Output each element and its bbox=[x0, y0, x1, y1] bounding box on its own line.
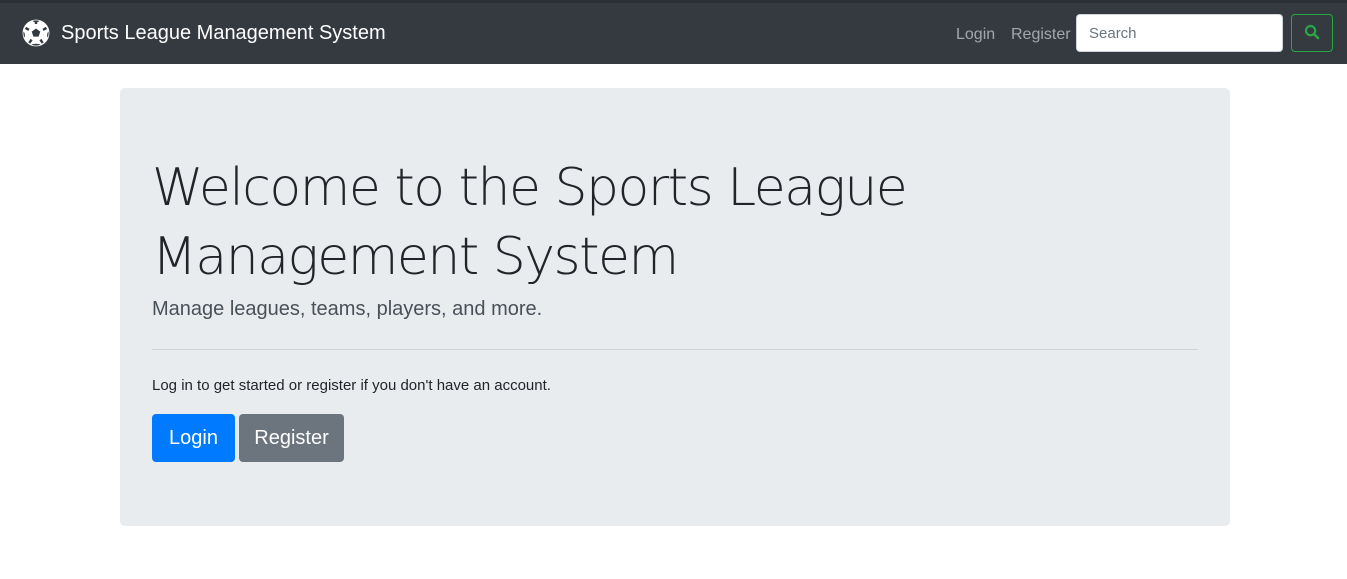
navbar: Sports League Management System Login Re… bbox=[0, 0, 1347, 64]
hero-divider bbox=[152, 349, 1198, 350]
brand-title: Sports League Management System bbox=[61, 21, 386, 44]
search-button[interactable] bbox=[1291, 14, 1333, 52]
nav-register-link[interactable]: Register bbox=[1011, 26, 1071, 44]
brand-link[interactable]: Sports League Management System bbox=[22, 18, 386, 48]
hero-lead-text: Manage leagues, teams, players, and more… bbox=[152, 298, 543, 320]
nav-login-link[interactable]: Login bbox=[956, 26, 995, 44]
hero-info-text: Log in to get started or register if you… bbox=[152, 377, 551, 394]
hero-title: Welcome to the Sports League Management … bbox=[152, 158, 908, 287]
register-button[interactable]: Register bbox=[239, 414, 344, 462]
soccer-ball-icon bbox=[22, 19, 50, 47]
search-input[interactable] bbox=[1076, 14, 1283, 52]
hero-jumbotron: Welcome to the Sports League Management … bbox=[120, 88, 1230, 526]
search-icon bbox=[1304, 24, 1320, 43]
login-button[interactable]: Login bbox=[152, 414, 235, 462]
